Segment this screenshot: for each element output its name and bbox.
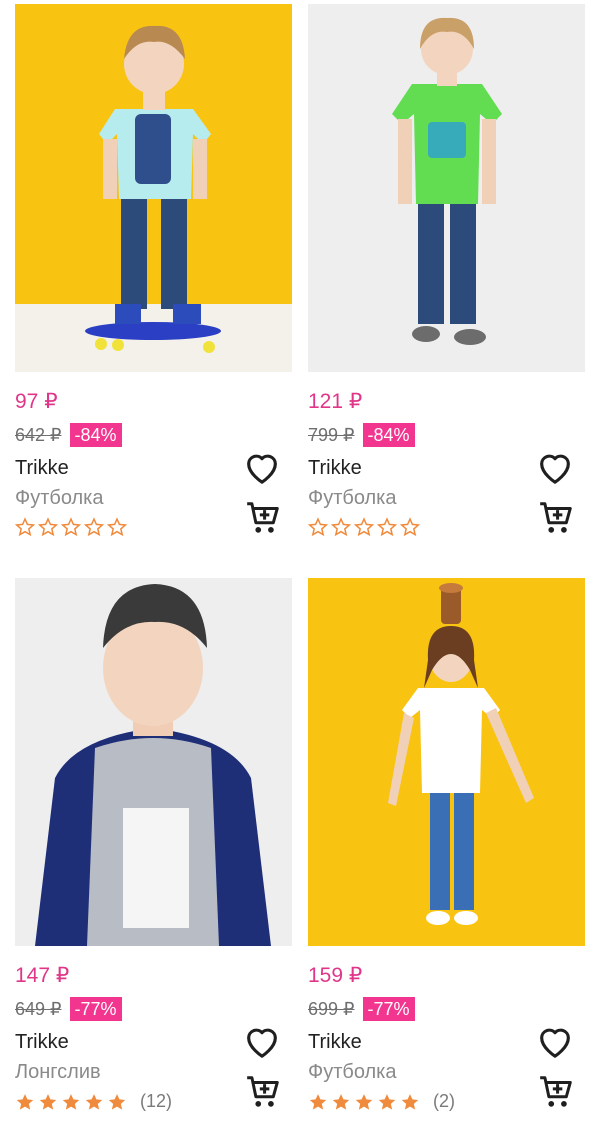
rating-stars: (12): [15, 1091, 172, 1112]
add-to-cart-button[interactable]: [244, 499, 282, 537]
heart-outline-icon: [247, 454, 277, 484]
product-photo[interactable]: [15, 4, 292, 372]
star-filled-icon: [332, 1093, 350, 1110]
product-card[interactable]: 147 ₽ 649 ₽ -77% Trikke Лонгслив (12): [15, 578, 292, 1134]
star-filled-icon: [16, 1093, 34, 1110]
product-type: Лонгслив: [15, 1061, 101, 1083]
product-type: Футболка: [15, 487, 104, 509]
product-card[interactable]: 121 ₽ 799 ₽ -84% Trikke Футболка: [308, 4, 585, 560]
product-type: Футболка: [308, 487, 397, 509]
star-outline-icon: [377, 517, 397, 537]
star-outline-icon: [308, 517, 328, 537]
heart-outline-icon: [540, 1028, 570, 1058]
discount-badge: -84%: [69, 423, 122, 447]
product-card[interactable]: 159 ₽ 699 ₽ -77% Trikke Футболка (2): [308, 578, 585, 1134]
favorite-button[interactable]: [535, 1022, 575, 1062]
product-photo[interactable]: [308, 4, 585, 372]
cart-icon: [247, 502, 279, 533]
star-outline-icon: [107, 517, 127, 537]
review-count: (12): [140, 1091, 173, 1111]
price: 159 ₽: [308, 964, 363, 987]
old-price: 642 ₽: [15, 424, 62, 445]
star-outline-icon: [84, 517, 104, 537]
product-card[interactable]: 97 ₽ 642 ₽ -84% Trikke Футболка: [15, 4, 292, 560]
review-count: (2): [433, 1091, 455, 1111]
cart-icon: [540, 502, 572, 533]
discount-badge: -84%: [362, 423, 415, 447]
favorite-button[interactable]: [242, 1022, 282, 1062]
price: 147 ₽: [15, 964, 70, 987]
old-price: 799 ₽: [308, 424, 355, 445]
add-to-cart-button[interactable]: [537, 499, 575, 537]
product-photo[interactable]: [308, 578, 585, 946]
favorite-button[interactable]: [242, 448, 282, 488]
product-brand: Trikke: [15, 457, 69, 479]
product-brand: Trikke: [308, 457, 362, 479]
heart-outline-icon: [540, 454, 570, 484]
old-price: 699 ₽: [308, 998, 355, 1019]
star-filled-icon: [39, 1093, 57, 1110]
star-filled-icon: [85, 1093, 103, 1110]
star-filled-icon: [355, 1093, 373, 1110]
cart-icon: [540, 1076, 572, 1107]
star-outline-icon: [354, 517, 374, 537]
product-type: Футболка: [308, 1061, 397, 1083]
rating-stars: (2): [308, 1091, 455, 1112]
discount-badge: -77%: [69, 997, 122, 1021]
rating-stars: [15, 517, 130, 537]
star-filled-icon: [309, 1093, 327, 1110]
favorite-button[interactable]: [535, 448, 575, 488]
price: 121 ₽: [308, 390, 363, 413]
star-filled-icon: [108, 1093, 126, 1110]
discount-badge: -77%: [362, 997, 415, 1021]
star-filled-icon: [378, 1093, 396, 1110]
star-outline-icon: [61, 517, 81, 537]
star-outline-icon: [15, 517, 35, 537]
star-outline-icon: [400, 517, 420, 537]
heart-outline-icon: [247, 1028, 277, 1058]
old-price: 649 ₽: [15, 998, 62, 1019]
add-to-cart-button[interactable]: [537, 1073, 575, 1111]
cart-icon: [247, 1076, 279, 1107]
price: 97 ₽: [15, 390, 58, 413]
product-brand: Trikke: [15, 1031, 69, 1053]
product-brand: Trikke: [308, 1031, 362, 1053]
add-to-cart-button[interactable]: [244, 1073, 282, 1111]
star-outline-icon: [38, 517, 58, 537]
star-filled-icon: [62, 1093, 80, 1110]
product-grid: 97 ₽ 642 ₽ -84% Trikke Футболка 121 ₽ 79…: [0, 0, 600, 1135]
rating-stars: [308, 517, 423, 537]
star-filled-icon: [401, 1093, 419, 1110]
product-photo[interactable]: [15, 578, 292, 946]
star-outline-icon: [331, 517, 351, 537]
